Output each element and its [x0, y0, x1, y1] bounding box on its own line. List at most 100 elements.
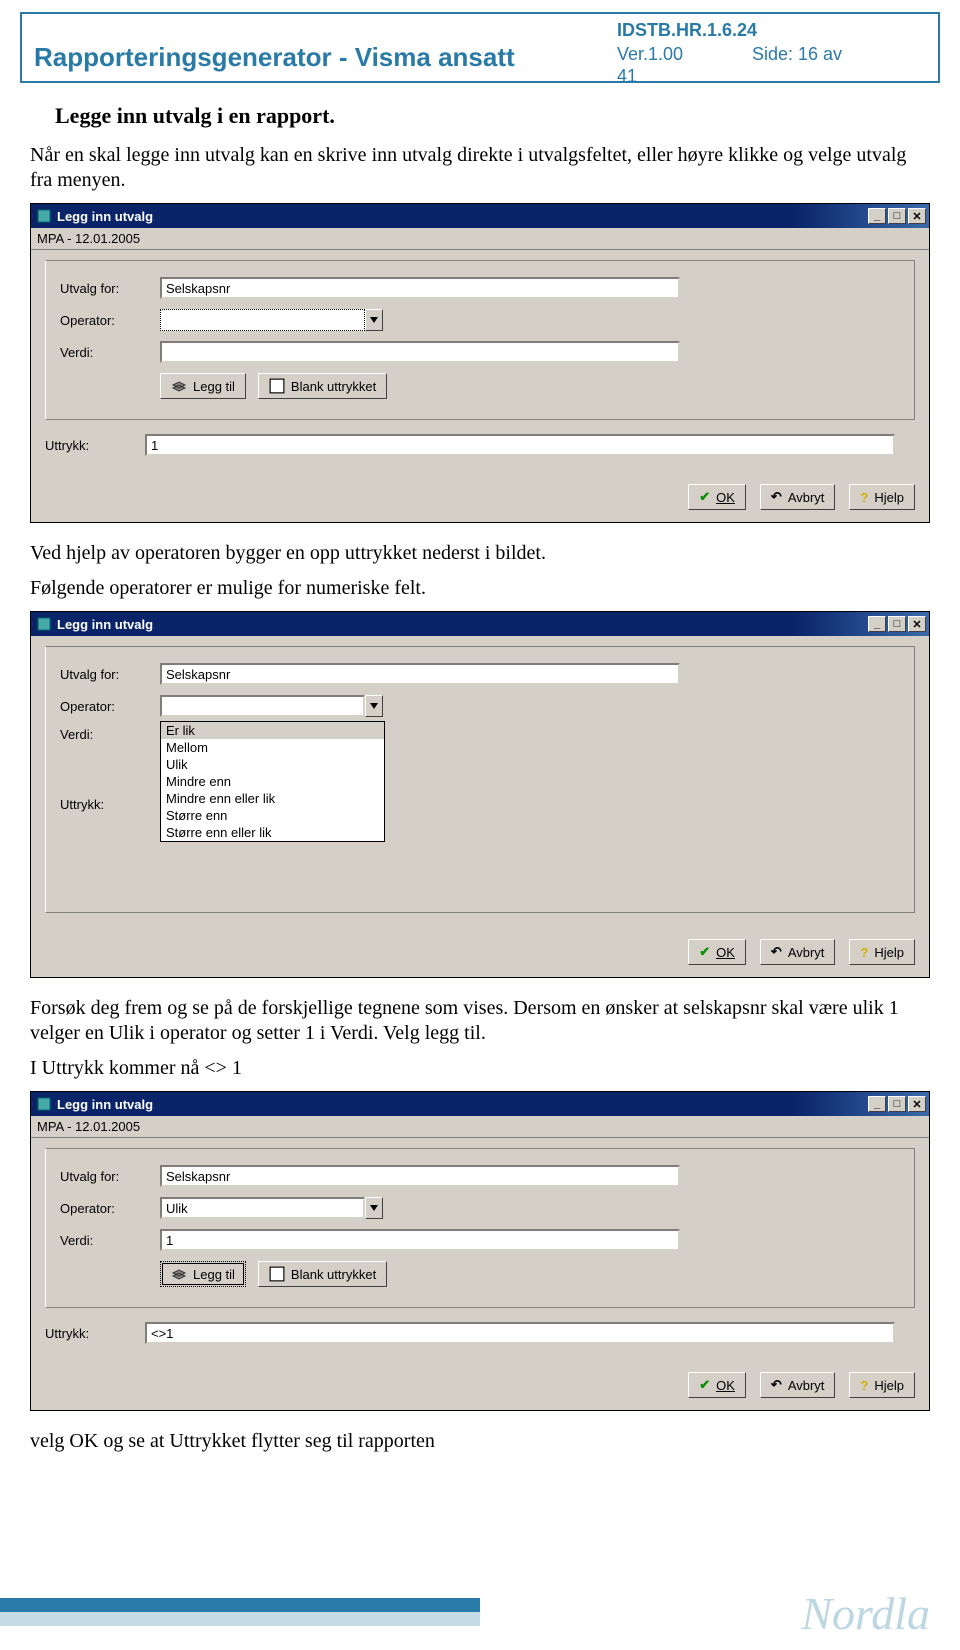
- check-icon: ✔: [699, 1377, 710, 1393]
- button-legg-til[interactable]: Legg til: [160, 373, 246, 399]
- combo-operator[interactable]: [160, 309, 383, 331]
- footer-logo: Nordla: [801, 1587, 930, 1640]
- label-operator: Operator:: [60, 699, 160, 714]
- form-fieldset: Utvalg for: Operator: Verdi: Uttrykk: Er…: [45, 646, 915, 913]
- button-avbryt[interactable]: ↶ Avbryt: [760, 939, 836, 965]
- button-hjelp[interactable]: ? Hjelp: [849, 1372, 915, 1398]
- page-footer: Nordla: [0, 1590, 960, 1650]
- minimize-button[interactable]: _: [868, 616, 886, 632]
- app-icon: [36, 616, 52, 632]
- input-utvalg-for[interactable]: [160, 1165, 680, 1187]
- stack-icon: [171, 1267, 187, 1281]
- button-hjelp-label: Hjelp: [874, 1378, 904, 1393]
- minimize-button[interactable]: _: [868, 1096, 886, 1112]
- dropdown-option[interactable]: Mindre enn: [161, 773, 384, 790]
- dialog-subtitle: MPA - 12.01.2005: [31, 1116, 929, 1138]
- paragraph-3b: I Uttrykk kommer nå <> 1: [30, 1056, 930, 1081]
- label-uttrykk: Uttrykk:: [60, 797, 160, 812]
- button-legg-til-label: Legg til: [193, 379, 235, 394]
- combo-dropdown-button[interactable]: [365, 309, 383, 331]
- document-header: IDSTB.HR.1.6.24 Rapporteringsgenerator -…: [20, 12, 940, 83]
- titlebar[interactable]: Legg inn utvalg _ □ ✕: [31, 1092, 929, 1116]
- button-blank[interactable]: Blank uttrykket: [258, 373, 387, 399]
- label-operator: Operator:: [60, 313, 160, 328]
- button-avbryt-label: Avbryt: [788, 1378, 825, 1393]
- dialog-title: Legg inn utvalg: [57, 209, 153, 224]
- label-uttrykk: Uttrykk:: [45, 1326, 145, 1341]
- label-operator: Operator:: [60, 1201, 160, 1216]
- button-hjelp-label: Hjelp: [874, 490, 904, 505]
- button-blank[interactable]: Blank uttrykket: [258, 1261, 387, 1287]
- help-icon: ?: [860, 1378, 868, 1393]
- button-ok[interactable]: ✔OK: [688, 1372, 746, 1398]
- undo-icon: ↶: [771, 489, 782, 505]
- button-blank-label: Blank uttrykket: [291, 1267, 376, 1282]
- close-button[interactable]: ✕: [908, 616, 926, 632]
- titlebar[interactable]: Legg inn utvalg _ □ ✕: [31, 612, 929, 636]
- paragraph-3a: Forsøk deg frem og se på de forskjellige…: [30, 996, 930, 1046]
- button-ok-label: OK: [716, 490, 735, 505]
- button-ok[interactable]: ✔OK: [688, 484, 746, 510]
- input-uttrykk[interactable]: [145, 434, 895, 456]
- dialog-title: Legg inn utvalg: [57, 1097, 153, 1112]
- maximize-button[interactable]: □: [888, 208, 906, 224]
- dropdown-option[interactable]: Er lik: [161, 722, 384, 739]
- input-operator[interactable]: [160, 309, 365, 331]
- dropdown-option[interactable]: Ulik: [161, 756, 384, 773]
- dropdown-option[interactable]: Større enn: [161, 807, 384, 824]
- form-fieldset: Utvalg for: Operator: Verdi: L: [45, 260, 915, 420]
- dialog-legg-inn-utvalg-2: Legg inn utvalg _ □ ✕ Utvalg for: Operat…: [30, 611, 930, 978]
- dropdown-option[interactable]: Mindre enn eller lik: [161, 790, 384, 807]
- label-utvalg-for: Utvalg for:: [60, 667, 160, 682]
- check-icon: ✔: [699, 944, 710, 960]
- doc-total-pages: 41: [617, 66, 637, 87]
- chevron-down-icon: [370, 317, 378, 323]
- combo-operator[interactable]: [160, 1197, 383, 1219]
- button-legg-til[interactable]: Legg til: [160, 1261, 246, 1287]
- combo-dropdown-button[interactable]: [365, 695, 383, 717]
- paragraph-4: velg OK og se at Uttrykket flytter seg t…: [30, 1429, 930, 1454]
- doc-title: Rapporteringsgenerator - Visma ansatt: [34, 42, 515, 73]
- paragraph-2a: Ved hjelp av operatoren bygger en opp ut…: [30, 541, 930, 566]
- button-ok[interactable]: ✔OK: [688, 939, 746, 965]
- label-verdi: Verdi:: [60, 727, 160, 742]
- combo-operator[interactable]: [160, 695, 383, 717]
- undo-icon: ↶: [771, 944, 782, 960]
- footer-bar-dark: [0, 1598, 480, 1612]
- label-utvalg-for: Utvalg for:: [60, 1169, 160, 1184]
- label-verdi: Verdi:: [60, 345, 160, 360]
- input-operator[interactable]: [160, 1197, 365, 1219]
- button-avbryt[interactable]: ↶Avbryt: [760, 1372, 836, 1398]
- maximize-button[interactable]: □: [888, 1096, 906, 1112]
- label-verdi: Verdi:: [60, 1233, 160, 1248]
- dialog-legg-inn-utvalg-3: Legg inn utvalg _ □ ✕ MPA - 12.01.2005 U…: [30, 1091, 930, 1411]
- app-icon: [36, 208, 52, 224]
- close-button[interactable]: ✕: [908, 208, 926, 224]
- dropdown-option[interactable]: Større enn eller lik: [161, 824, 384, 841]
- dropdown-option[interactable]: Mellom: [161, 739, 384, 756]
- maximize-button[interactable]: □: [888, 616, 906, 632]
- input-operator[interactable]: [160, 695, 365, 717]
- button-avbryt-label: Avbryt: [788, 490, 825, 505]
- button-avbryt[interactable]: ↶ Avbryt: [760, 484, 836, 510]
- input-uttrykk[interactable]: [145, 1322, 895, 1344]
- button-hjelp-label: Hjelp: [874, 945, 904, 960]
- doc-id: IDSTB.HR.1.6.24: [617, 20, 757, 41]
- minimize-button[interactable]: _: [868, 208, 886, 224]
- doc-page: Side: 16 av: [752, 44, 842, 65]
- input-verdi[interactable]: [160, 1229, 680, 1251]
- input-utvalg-for[interactable]: [160, 663, 680, 685]
- close-button[interactable]: ✕: [908, 1096, 926, 1112]
- chevron-down-icon: [370, 1205, 378, 1211]
- titlebar[interactable]: Legg inn utvalg _ □ ✕: [31, 204, 929, 228]
- label-utvalg-for: Utvalg for:: [60, 281, 160, 296]
- blank-icon: [269, 1267, 285, 1281]
- app-icon: [36, 1096, 52, 1112]
- button-hjelp[interactable]: ?Hjelp: [849, 939, 915, 965]
- operator-dropdown-list[interactable]: Er lik Mellom Ulik Mindre enn Mindre enn…: [160, 721, 385, 842]
- input-utvalg-for[interactable]: [160, 277, 680, 299]
- combo-dropdown-button[interactable]: [365, 1197, 383, 1219]
- input-verdi[interactable]: [160, 341, 680, 363]
- button-avbryt-label: Avbryt: [788, 945, 825, 960]
- button-hjelp[interactable]: ?Hjelp: [849, 484, 915, 510]
